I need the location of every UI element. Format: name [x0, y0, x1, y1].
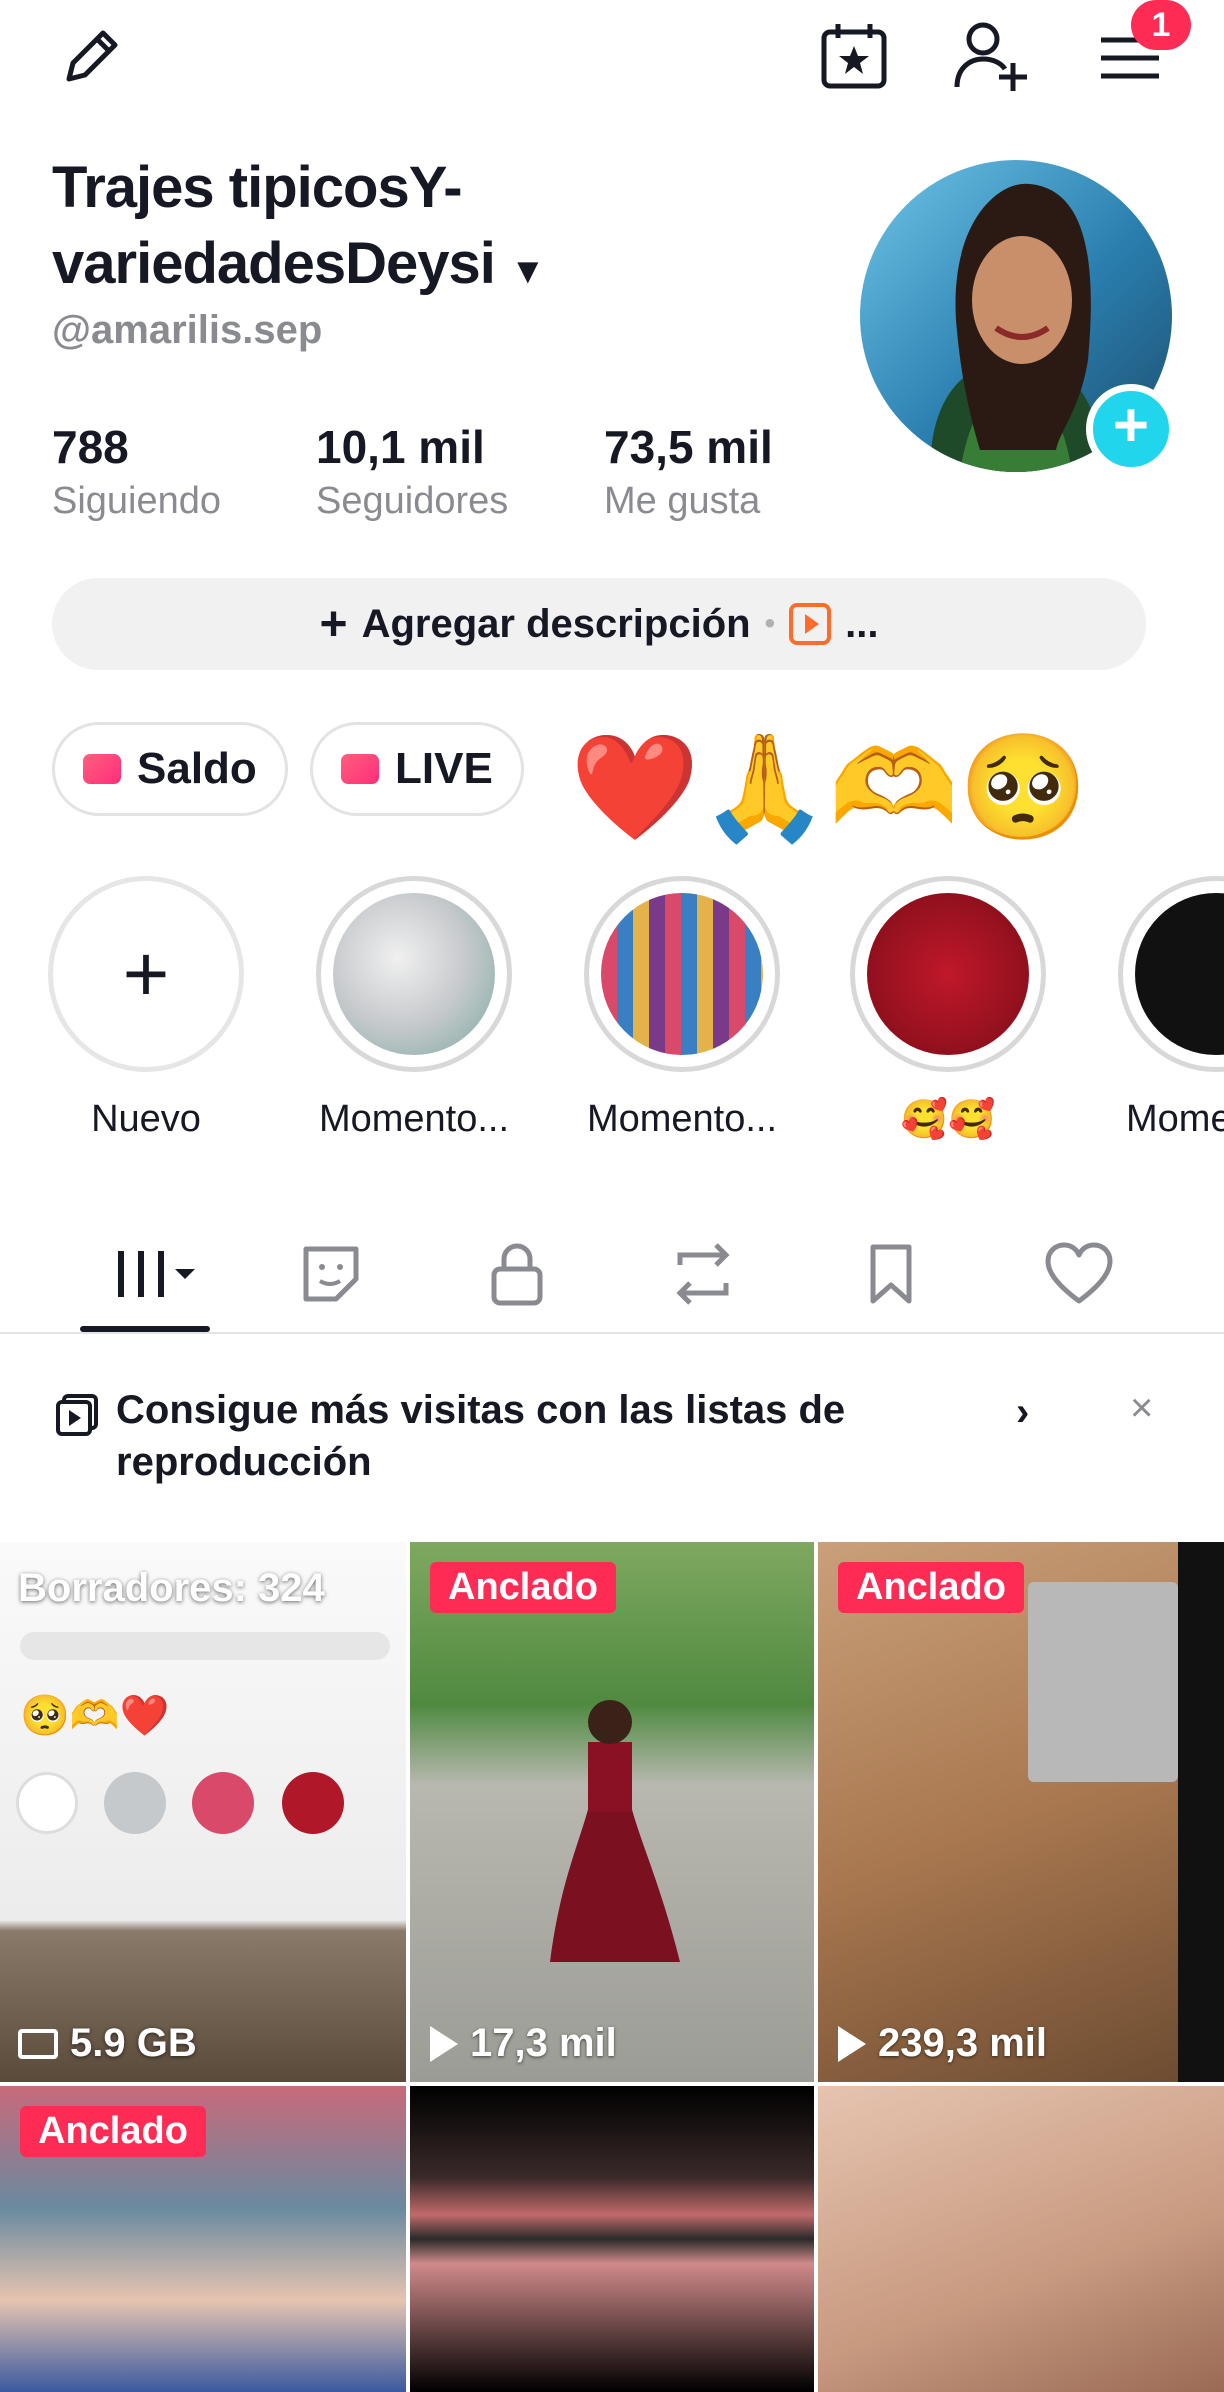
- video-tile-pinned[interactable]: Anclado 239,3 mil: [818, 1542, 1224, 2082]
- stat-value: 788: [52, 421, 129, 473]
- video-grid: 🥺🫶❤️ Borradores: 324 5.9 GB Anclado 17,3…: [0, 1542, 1224, 2392]
- play-icon: [838, 2025, 866, 2062]
- pinned-badge: Anclado: [838, 1562, 1024, 1613]
- stat-label: Siguiendo: [52, 480, 222, 522]
- highlight-item[interactable]: 🥰🥰: [850, 876, 1046, 1142]
- stat-followers[interactable]: 10,1 mil Seguidores: [316, 420, 508, 523]
- profile-tabs: [0, 1210, 1224, 1334]
- drafts-tile[interactable]: 🥺🫶❤️ Borradores: 324 5.9 GB: [0, 1542, 406, 2082]
- view-count-value: 17,3 mil: [470, 2021, 617, 2065]
- edit-pencil-icon[interactable]: [52, 16, 132, 96]
- video-thumbnail: [550, 1700, 680, 1962]
- video-tile[interactable]: [410, 2086, 814, 2392]
- emoji-bio: ❤️🙏🫶🥺: [570, 730, 1088, 846]
- close-icon[interactable]: ×: [1130, 1386, 1153, 1431]
- tab-videos[interactable]: [96, 1232, 206, 1316]
- thumbnail-preview: [16, 1772, 78, 1834]
- tab-stickers[interactable]: [276, 1232, 386, 1316]
- highlight-label: 🥰🥰: [900, 1099, 996, 1141]
- highlight-thumbnail: [867, 893, 1029, 1055]
- bookmark-icon: [870, 1244, 912, 1304]
- highlight-item[interactable]: Momento...: [316, 876, 512, 1141]
- view-count-value: 239,3 mil: [878, 2021, 1048, 2065]
- highlight-label: Momento...: [586, 1098, 778, 1140]
- plus-icon: +: [319, 597, 348, 651]
- sticker-icon: [303, 1246, 359, 1302]
- add-friend-icon[interactable]: [950, 14, 1034, 98]
- video-tile[interactable]: [818, 2086, 1224, 2392]
- heart-icon: [1045, 1242, 1113, 1304]
- highlight-thumbnail: [333, 893, 495, 1055]
- balance-label: Saldo: [137, 744, 257, 793]
- balance-button[interactable]: Saldo: [52, 722, 288, 816]
- thumbnail-preview: [1178, 1542, 1224, 2082]
- profile-handle: @amarilis.sep: [52, 308, 323, 352]
- highlight-item[interactable]: Momento...: [584, 876, 780, 1141]
- stat-value: 73,5 mil: [604, 421, 773, 473]
- thumbnail-preview: [20, 1632, 390, 1660]
- playlist-icon: [54, 1392, 100, 1438]
- highlight-label: Nuevo: [91, 1098, 201, 1140]
- highlight-label: Mome: [1126, 1098, 1224, 1140]
- storage-size: 5.9 GB: [70, 2021, 197, 2065]
- plus-icon: +: [48, 876, 244, 1072]
- calendar-star-icon[interactable]: [812, 14, 896, 98]
- highlight-label: Momento...: [318, 1098, 510, 1140]
- tab-saved[interactable]: [836, 1232, 946, 1316]
- promo-text: Consigue más visitas con las listas de r…: [116, 1388, 846, 1484]
- highlight-thumbnail: [601, 893, 763, 1055]
- lock-icon: [491, 1243, 543, 1306]
- add-description-label: Agregar descripción: [361, 601, 751, 646]
- video-tile-pinned[interactable]: Anclado 17,3 mil: [410, 1542, 814, 2082]
- more-label: ...: [845, 601, 879, 646]
- thumbnail-preview: 🥺🫶❤️: [20, 1694, 170, 1738]
- tab-reposts[interactable]: [648, 1232, 758, 1316]
- repost-icon: [676, 1243, 730, 1305]
- drafts-count: Borradores: 324: [18, 1566, 325, 1610]
- stat-label: Me gusta: [604, 480, 761, 522]
- add-description-button[interactable]: + Agregar descripción • ...: [52, 578, 1146, 670]
- stat-label: Seguidores: [316, 480, 509, 522]
- highlight-new[interactable]: + Nuevo: [48, 876, 244, 1141]
- pip-window: [1028, 1582, 1178, 1782]
- live-label: LIVE: [395, 744, 493, 793]
- storage-indicator: 5.9 GB: [18, 2021, 197, 2066]
- stat-following[interactable]: 788 Siguiendo: [52, 420, 221, 523]
- view-count: 239,3 mil: [838, 2021, 1047, 2066]
- wallet-icon: [83, 754, 121, 784]
- top-bar: 1: [0, 0, 1224, 110]
- notification-badge: 1: [1131, 0, 1191, 50]
- chevron-right-icon[interactable]: ›: [1016, 1390, 1029, 1435]
- live-button[interactable]: LIVE: [310, 722, 524, 816]
- video-tile-pinned[interactable]: Anclado: [0, 2086, 406, 2392]
- folder-icon: [18, 2028, 58, 2059]
- view-count: 17,3 mil: [430, 2021, 617, 2066]
- highlight-thumbnail: [1135, 893, 1224, 1055]
- grid-icon: [118, 1251, 195, 1297]
- chevron-down-icon: ▼: [509, 250, 546, 291]
- stat-likes[interactable]: 73,5 mil Me gusta: [604, 420, 773, 523]
- active-tab-indicator: [80, 1326, 210, 1332]
- thumbnail-preview: [104, 1772, 166, 1834]
- play-icon: [430, 2025, 458, 2062]
- stat-value: 10,1 mil: [316, 421, 485, 473]
- pinned-badge: Anclado: [430, 1562, 616, 1613]
- thumbnail-preview: [192, 1772, 254, 1834]
- tab-liked[interactable]: [1024, 1232, 1134, 1316]
- highlight-item[interactable]: Mome: [1118, 876, 1224, 1141]
- thumbnail-preview: [282, 1772, 344, 1834]
- add-avatar-button[interactable]: +: [1086, 384, 1176, 474]
- separator-dot: •: [764, 607, 776, 640]
- tab-private[interactable]: [462, 1232, 572, 1316]
- pinned-badge: Anclado: [20, 2106, 206, 2157]
- profile-name[interactable]: Trajes tipicosY-variedadesDeysi ▼: [52, 150, 612, 309]
- live-icon: [341, 754, 379, 784]
- play-square-icon: [789, 603, 832, 645]
- playlist-promo-banner[interactable]: Consigue más visitas con las listas de r…: [0, 1336, 1224, 1542]
